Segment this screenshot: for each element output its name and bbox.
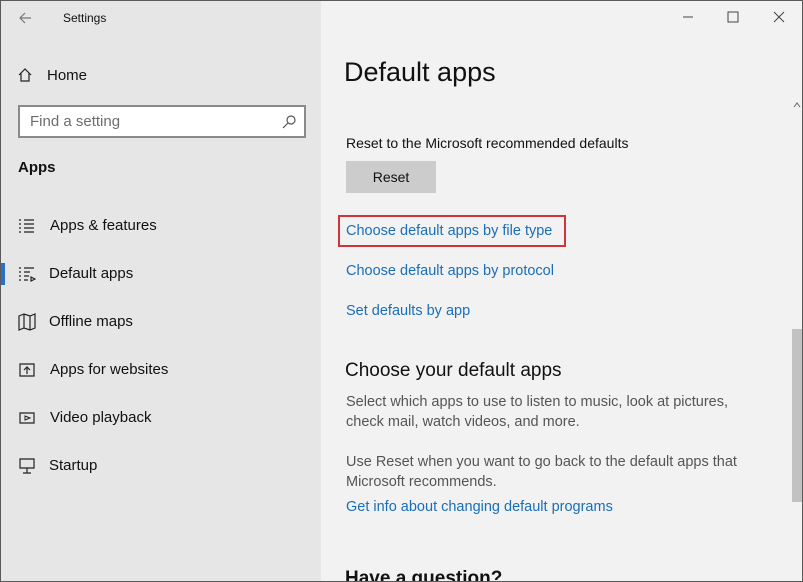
close-button[interactable] xyxy=(756,1,802,33)
maximize-button[interactable] xyxy=(710,1,756,33)
video-icon xyxy=(19,412,35,424)
settings-window: Settings Home Find a setting Apps Apps &… xyxy=(0,0,803,582)
sidebar-item-startup[interactable]: Startup xyxy=(1,446,321,486)
sidebar-item-label: Default apps xyxy=(49,265,134,282)
reset-button[interactable]: Reset xyxy=(346,161,436,193)
back-button[interactable] xyxy=(15,7,37,29)
home-label: Home xyxy=(47,66,88,84)
main-content: Default apps Reset to the Microsoft reco… xyxy=(321,1,802,582)
section-title: Apps xyxy=(18,159,56,176)
choose-default-apps-heading: Choose your default apps xyxy=(345,360,562,381)
window-title: Settings xyxy=(63,11,107,25)
sidebar-item-offline-maps[interactable]: Offline maps xyxy=(1,302,321,342)
set-defaults-by-app-link[interactable]: Set defaults by app xyxy=(346,303,470,319)
scrollbar[interactable] xyxy=(790,97,802,581)
open-in-app-icon xyxy=(19,363,35,377)
search-icon[interactable] xyxy=(281,114,297,130)
chevron-up-icon xyxy=(793,102,801,108)
maximize-icon xyxy=(727,11,739,23)
startup-icon xyxy=(19,458,35,474)
scroll-up-button[interactable] xyxy=(790,97,802,113)
list-icon xyxy=(19,219,34,233)
choose-description: Select which apps to use to listen to mu… xyxy=(346,394,729,430)
have-a-question-heading: Have a question? xyxy=(345,568,503,582)
reset-description: Reset to the Microsoft recommended defau… xyxy=(346,135,629,151)
sidebar-item-default-apps[interactable]: Default apps xyxy=(1,254,321,294)
default-apps-icon xyxy=(19,267,36,282)
choose-by-protocol-link[interactable]: Choose default apps by protocol xyxy=(346,263,554,279)
get-info-link[interactable]: Get info about changing default programs xyxy=(346,499,613,515)
search-box[interactable]: Find a setting xyxy=(18,105,306,138)
sidebar-item-apps-for-websites[interactable]: Apps for websites xyxy=(1,350,321,390)
sidebar-item-label: Apps for websites xyxy=(50,361,169,378)
home-icon xyxy=(18,68,32,82)
close-icon xyxy=(773,11,785,23)
scroll-thumb[interactable] xyxy=(792,329,802,502)
sidebar-item-video-playback[interactable]: Video playback xyxy=(1,398,321,438)
search-input[interactable]: Find a setting xyxy=(30,113,120,130)
page-title: Default apps xyxy=(344,57,496,87)
home-nav-item[interactable]: Home xyxy=(17,63,307,87)
back-arrow-icon xyxy=(19,12,31,24)
sidebar-item-label: Offline maps xyxy=(49,313,133,330)
choose-by-file-type-link[interactable]: Choose default apps by file type xyxy=(346,223,552,239)
active-indicator xyxy=(1,263,5,285)
reset-explanation: Use Reset when you want to go back to th… xyxy=(346,454,737,490)
sidebar-item-label: Video playback xyxy=(50,409,152,426)
sidebar: Settings Home Find a setting Apps Apps &… xyxy=(1,1,321,581)
sidebar-item-label: Apps & features xyxy=(50,217,157,234)
sidebar-item-label: Startup xyxy=(49,457,98,474)
minimize-icon xyxy=(683,16,693,18)
minimize-button[interactable] xyxy=(665,1,711,33)
sidebar-item-apps-features[interactable]: Apps & features xyxy=(1,206,321,246)
map-icon xyxy=(18,313,36,331)
